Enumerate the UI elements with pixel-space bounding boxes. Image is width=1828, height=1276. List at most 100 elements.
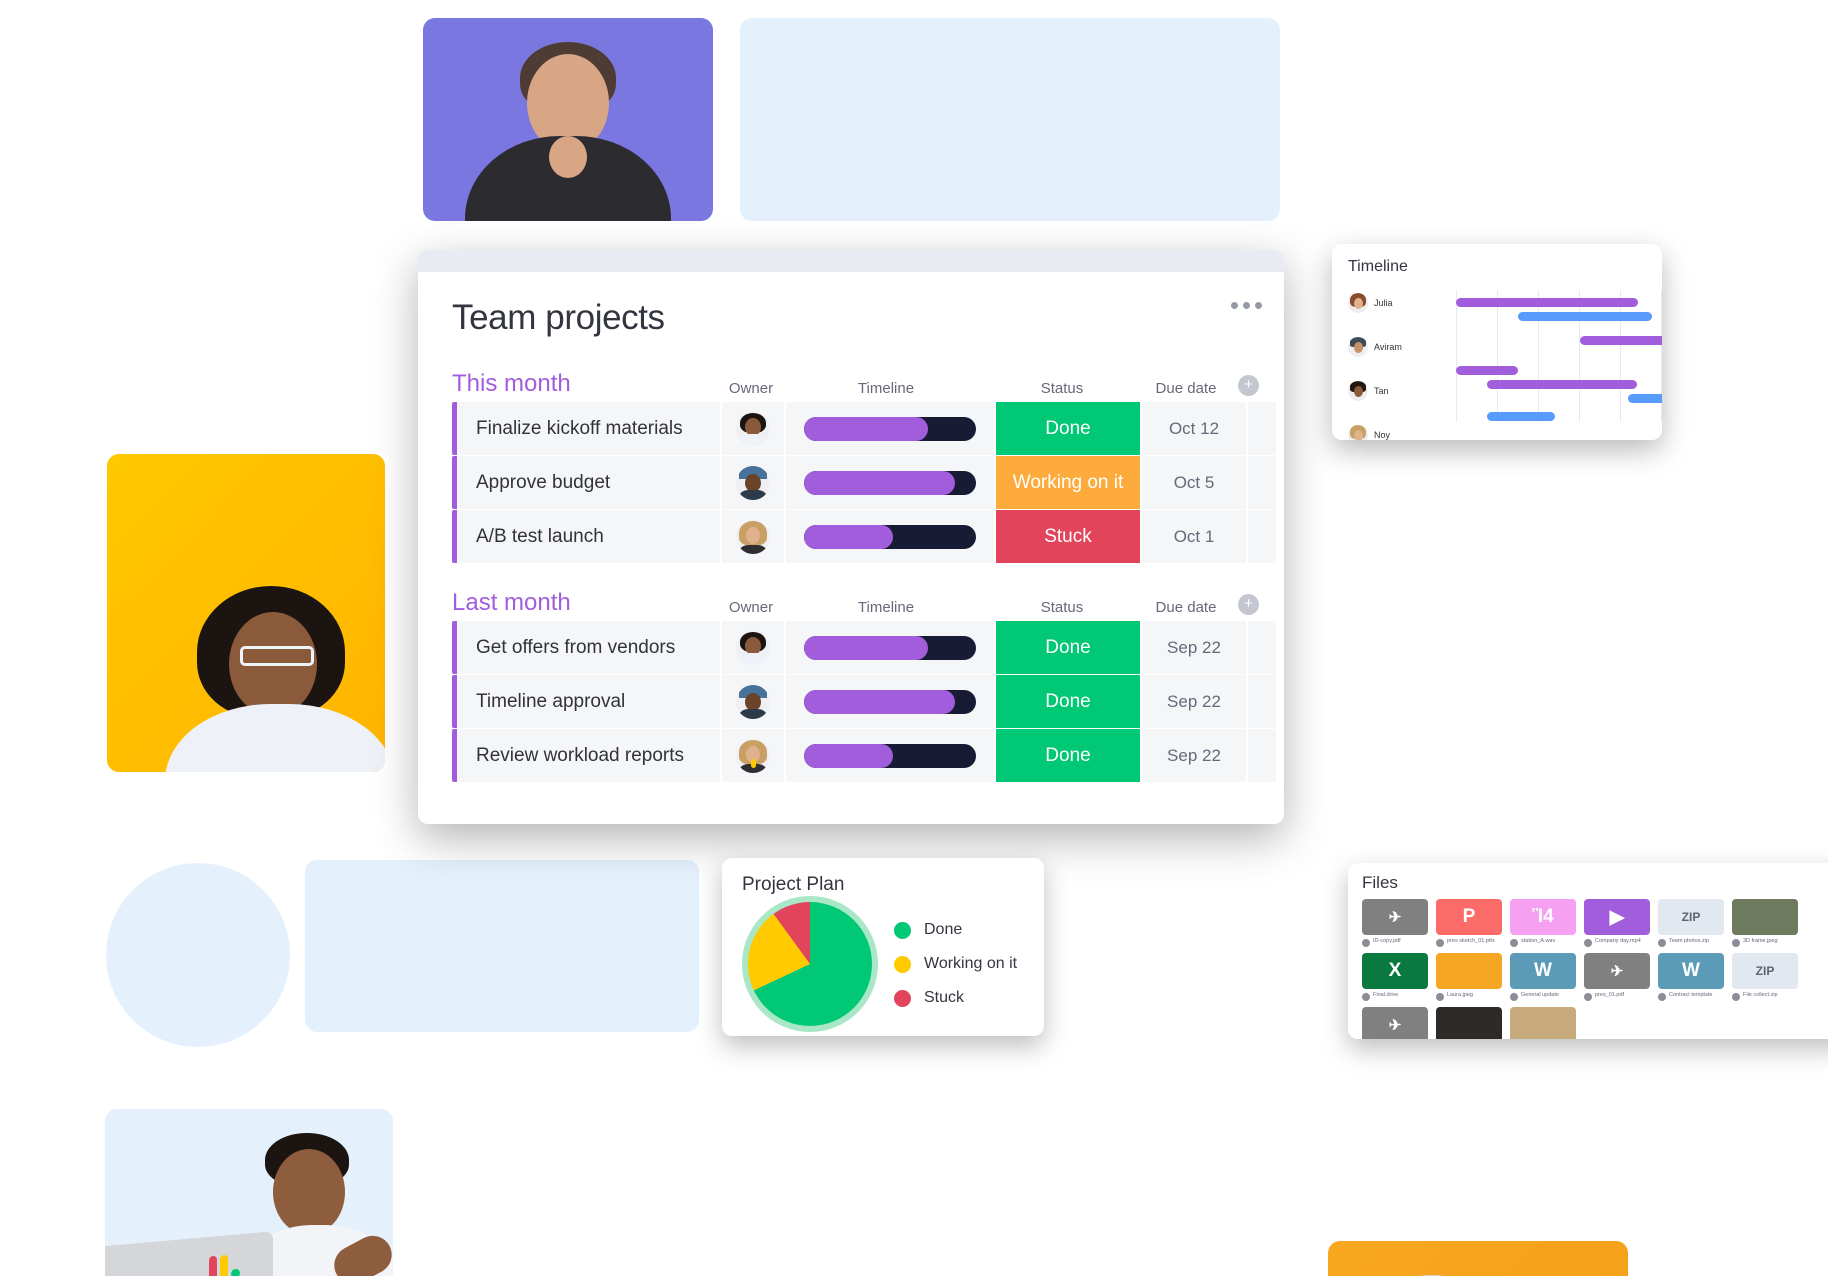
file-thumbnail-pdf[interactable]: ✈ bbox=[1362, 899, 1428, 935]
legend-item[interactable]: Working on it bbox=[894, 955, 1017, 973]
task-name[interactable]: Review workload reports bbox=[457, 729, 720, 782]
column-header-due-date[interactable]: Due date bbox=[1134, 381, 1238, 396]
due-date-cell[interactable]: Oct 5 bbox=[1142, 456, 1246, 509]
file-item[interactable]: Dark BG texture bbox=[1436, 1007, 1502, 1039]
avatar[interactable] bbox=[736, 738, 770, 773]
status-badge[interactable]: Working on it bbox=[996, 456, 1140, 509]
timeline-row[interactable]: Noy bbox=[1348, 418, 1662, 440]
file-item[interactable]: ✈Script.pdf bbox=[1362, 1007, 1428, 1039]
column-header-owner[interactable]: Owner bbox=[720, 600, 782, 615]
timeline-cell[interactable] bbox=[786, 621, 994, 674]
file-thumbnail-video[interactable]: ▶ bbox=[1584, 899, 1650, 935]
legend-item[interactable]: Done bbox=[894, 921, 1017, 939]
file-thumbnail-image[interactable] bbox=[1436, 1007, 1502, 1039]
table-row[interactable]: Approve budget Working on it Oct 5 bbox=[452, 456, 1276, 509]
file-thumbnail-image[interactable] bbox=[1436, 953, 1502, 989]
timeline-cell[interactable] bbox=[786, 510, 994, 563]
due-date-cell[interactable]: Sep 22 bbox=[1142, 729, 1246, 782]
timeline-cell[interactable] bbox=[786, 675, 994, 728]
timeline-cell[interactable] bbox=[786, 729, 994, 782]
avatar[interactable] bbox=[1348, 337, 1368, 357]
avatar[interactable] bbox=[736, 630, 770, 665]
avatar[interactable] bbox=[736, 519, 770, 554]
file-thumbnail-xls[interactable]: X bbox=[1362, 953, 1428, 989]
column-header-status[interactable]: Status bbox=[990, 381, 1134, 396]
file-thumbnail-audio[interactable]: Ἲ4 bbox=[1510, 899, 1576, 935]
column-header-status[interactable]: Status bbox=[990, 600, 1134, 615]
column-header-owner[interactable]: Owner bbox=[720, 381, 782, 396]
add-column-button[interactable]: + bbox=[1238, 594, 1259, 615]
files-widget[interactable]: Files ✈ ID-copy.pdf Ppres sketch_01.pttx Ἲ4… bbox=[1348, 863, 1828, 1039]
legend-item[interactable]: Stuck bbox=[894, 989, 1017, 1007]
due-date-cell[interactable]: Oct 1 bbox=[1142, 510, 1246, 563]
team-projects-board[interactable]: Team projects This month Owner Timeline … bbox=[418, 250, 1284, 824]
owner-cell[interactable] bbox=[722, 621, 784, 674]
table-row[interactable]: Timeline approval Done Sep 22 bbox=[452, 675, 1276, 728]
file-item[interactable]: ▶ Company day.mp4 bbox=[1584, 899, 1650, 947]
due-date-cell[interactable]: Sep 22 bbox=[1142, 621, 1246, 674]
owner-cell[interactable] bbox=[722, 510, 784, 563]
table-row[interactable]: Review workload reports Done Sep 22 bbox=[452, 729, 1276, 782]
status-badge[interactable]: Done bbox=[996, 621, 1140, 674]
column-header-timeline[interactable]: Timeline bbox=[782, 600, 990, 615]
task-name[interactable]: Get offers from vendors bbox=[457, 621, 720, 674]
file-thumbnail-ppt[interactable]: P bbox=[1436, 899, 1502, 935]
file-thumbnail-pdf[interactable]: ✈ bbox=[1584, 953, 1650, 989]
file-item[interactable]: X Final.drive bbox=[1362, 953, 1428, 1001]
file-item[interactable]: Ppres sketch_01.pttx bbox=[1436, 899, 1502, 947]
file-thumbnail-doc[interactable]: W bbox=[1658, 953, 1724, 989]
add-column-button[interactable]: + bbox=[1238, 375, 1259, 396]
file-thumbnail-zip[interactable]: ZIP bbox=[1732, 953, 1798, 989]
more-options-icon[interactable] bbox=[1231, 302, 1262, 309]
table-row[interactable]: Finalize kickoff materials Done Oct 12 bbox=[452, 402, 1276, 455]
avatar[interactable] bbox=[736, 465, 770, 500]
timeline-cell[interactable] bbox=[786, 402, 994, 455]
avatar[interactable] bbox=[736, 684, 770, 719]
column-header-timeline[interactable]: Timeline bbox=[782, 381, 990, 396]
group-title[interactable]: Last month bbox=[452, 591, 720, 615]
task-name[interactable]: A/B test launch bbox=[457, 510, 720, 563]
file-item[interactable]: ZIP Team photos.zip bbox=[1658, 899, 1724, 947]
file-thumbnail-pdf[interactable]: ✈ bbox=[1362, 1007, 1428, 1039]
due-date-cell[interactable]: Sep 22 bbox=[1142, 675, 1246, 728]
owner-cell[interactable] bbox=[722, 456, 784, 509]
file-item[interactable]: Ἲ4 station_A.wav bbox=[1510, 899, 1576, 947]
table-row[interactable]: Get offers from vendors Done Sep 22 bbox=[452, 621, 1276, 674]
timeline-row[interactable]: Tan bbox=[1348, 374, 1662, 408]
group-title[interactable]: This month bbox=[452, 372, 720, 396]
file-thumbnail-zip[interactable]: ZIP bbox=[1658, 899, 1724, 935]
status-badge[interactable]: Stuck bbox=[996, 510, 1140, 563]
avatar[interactable] bbox=[736, 411, 770, 446]
file-item[interactable]: 3D frame.jpeg bbox=[1732, 899, 1798, 947]
file-item[interactable]: ✈ pres_01.pdf bbox=[1584, 953, 1650, 1001]
due-date-cell[interactable]: Oct 12 bbox=[1142, 402, 1246, 455]
avatar[interactable] bbox=[1348, 293, 1368, 313]
owner-cell[interactable] bbox=[722, 729, 784, 782]
task-name[interactable]: Finalize kickoff materials bbox=[457, 402, 720, 455]
owner-cell[interactable] bbox=[722, 675, 784, 728]
file-item[interactable]: Laura.jpeg bbox=[1436, 953, 1502, 1001]
timeline-cell[interactable] bbox=[786, 456, 994, 509]
status-badge[interactable]: Done bbox=[996, 675, 1140, 728]
file-thumbnail-doc[interactable]: W bbox=[1510, 953, 1576, 989]
pie-chart-slices[interactable] bbox=[748, 902, 872, 1026]
task-name[interactable]: Timeline approval bbox=[457, 675, 720, 728]
file-thumbnail-image[interactable] bbox=[1510, 1007, 1576, 1039]
file-thumbnail-image[interactable] bbox=[1732, 899, 1798, 935]
file-item[interactable]: W Contract template bbox=[1658, 953, 1724, 1001]
owner-cell[interactable] bbox=[722, 402, 784, 455]
table-row[interactable]: A/B test launch Stuck Oct 1 bbox=[452, 510, 1276, 563]
status-badge[interactable]: Done bbox=[996, 402, 1140, 455]
timeline-widget[interactable]: Timeline Julia Aviram Tan Noy bbox=[1332, 244, 1662, 440]
timeline-row[interactable]: Julia bbox=[1348, 286, 1662, 320]
avatar[interactable] bbox=[1348, 381, 1368, 401]
file-item[interactable]: ZIP File collect.zip bbox=[1732, 953, 1798, 1001]
file-item[interactable]: Mockup.jpeg bbox=[1510, 1007, 1576, 1039]
project-plan-widget[interactable]: Project Plan Done Working on it Stuck bbox=[722, 858, 1044, 1036]
file-item[interactable]: ✈ ID-copy.pdf bbox=[1362, 899, 1428, 947]
column-header-due-date[interactable]: Due date bbox=[1134, 600, 1238, 615]
status-badge[interactable]: Done bbox=[996, 729, 1140, 782]
task-name[interactable]: Approve budget bbox=[457, 456, 720, 509]
avatar[interactable] bbox=[1348, 425, 1368, 440]
timeline-row[interactable]: Aviram bbox=[1348, 330, 1662, 364]
